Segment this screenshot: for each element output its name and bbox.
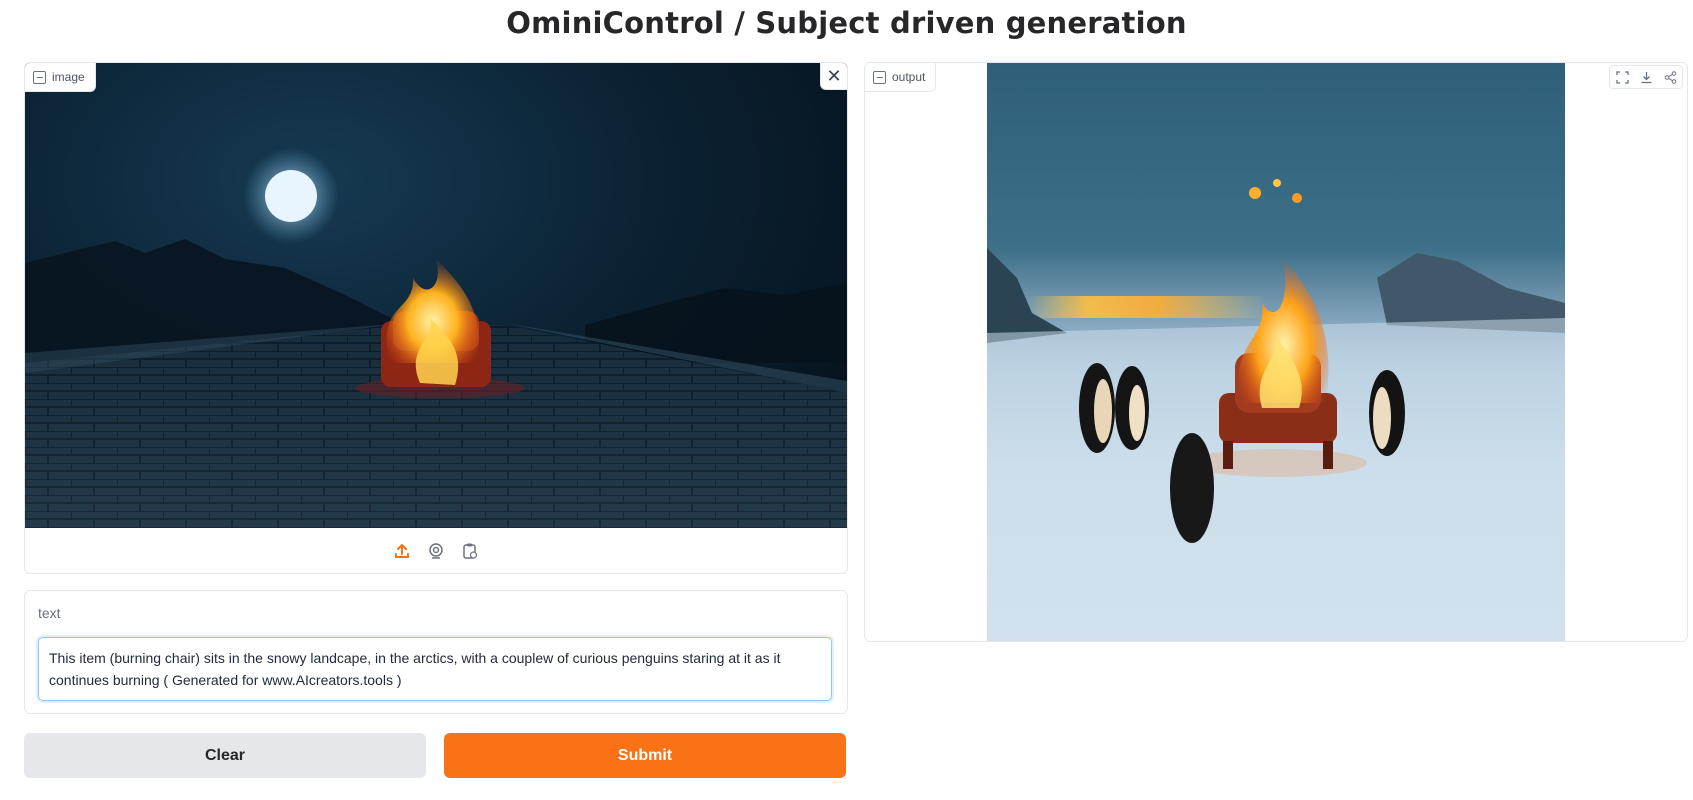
output-image-scene xyxy=(987,179,1565,641)
output-block: output xyxy=(864,62,1688,642)
image-input-block[interactable]: image ✕ xyxy=(24,62,848,574)
page-title: OminiControl / Subject driven generation xyxy=(506,6,1187,40)
image-block-label: image xyxy=(25,63,96,92)
text-input-block: text This item (burning chair) sits in t… xyxy=(24,590,848,714)
image-icon xyxy=(33,70,46,84)
clear-button[interactable]: Clear xyxy=(24,733,426,778)
clipboard-icon[interactable] xyxy=(460,541,480,561)
input-image xyxy=(25,63,847,528)
download-icon[interactable] xyxy=(1634,66,1658,88)
webcam-icon[interactable] xyxy=(426,541,446,561)
upload-icon[interactable] xyxy=(392,541,412,561)
input-image-scene xyxy=(25,148,847,528)
output-image xyxy=(987,63,1565,641)
output-block-label: output xyxy=(865,63,937,92)
image-label-text: image xyxy=(52,70,85,84)
output-toolbar xyxy=(1609,65,1683,89)
output-label-text: output xyxy=(892,70,926,84)
close-icon[interactable]: ✕ xyxy=(820,63,847,90)
image-icon xyxy=(873,70,886,84)
submit-button[interactable]: Submit xyxy=(444,733,846,778)
fullscreen-icon[interactable] xyxy=(1610,66,1634,88)
source-toolbar xyxy=(25,528,847,573)
share-icon[interactable] xyxy=(1658,66,1682,88)
text-label: text xyxy=(38,605,61,621)
prompt-textarea[interactable]: This item (burning chair) sits in the sn… xyxy=(38,637,832,701)
